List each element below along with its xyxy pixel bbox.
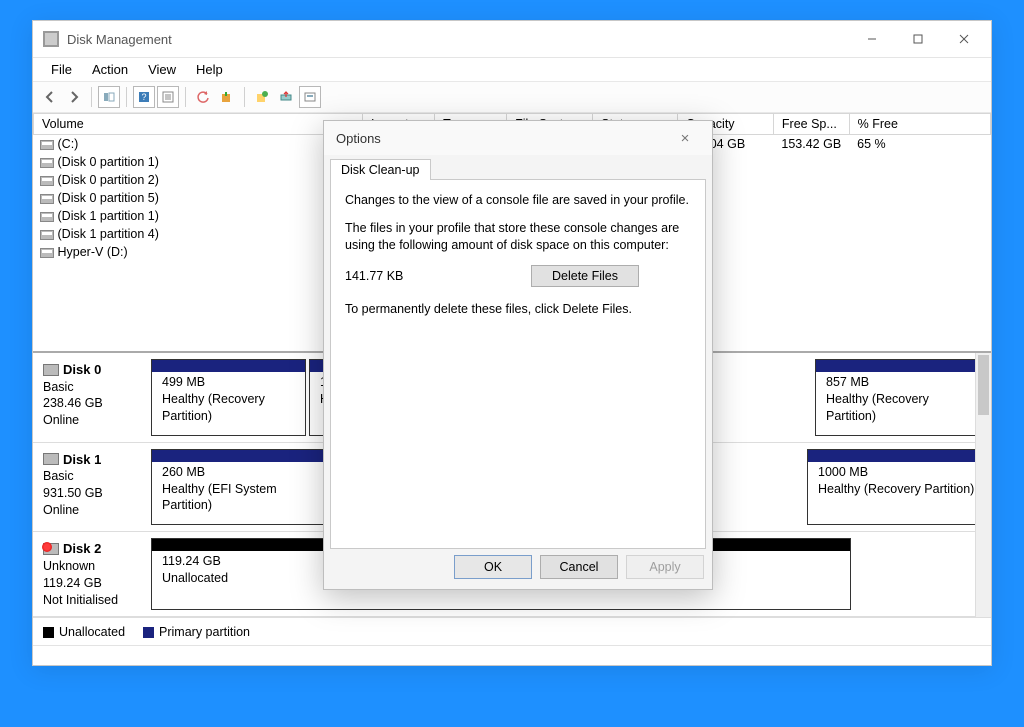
help-button[interactable]: ? bbox=[133, 86, 155, 108]
tab-body: Changes to the view of a console file ar… bbox=[330, 179, 706, 549]
cleanup-text-3: To permanently delete these files, click… bbox=[345, 301, 691, 319]
menu-action[interactable]: Action bbox=[82, 60, 138, 79]
drive-icon bbox=[40, 194, 54, 204]
scrollbar[interactable] bbox=[975, 353, 991, 617]
drive-icon bbox=[40, 248, 54, 258]
ok-button[interactable]: OK bbox=[454, 555, 532, 579]
disk-management-window: Disk Management File Action View Help ? … bbox=[32, 20, 992, 666]
menu-help[interactable]: Help bbox=[186, 60, 233, 79]
settings-button[interactable] bbox=[299, 86, 321, 108]
menubar: File Action View Help bbox=[33, 57, 991, 81]
tab-disk-cleanup[interactable]: Disk Clean-up bbox=[330, 159, 431, 180]
legend-label-unallocated: Unallocated bbox=[59, 625, 125, 639]
col-pct[interactable]: % Free bbox=[849, 114, 990, 135]
drive-icon bbox=[40, 158, 54, 168]
titlebar[interactable]: Disk Management bbox=[33, 21, 991, 57]
cleanup-text-2: The files in your profile that store the… bbox=[345, 220, 691, 255]
apply-button[interactable]: Apply bbox=[626, 555, 704, 579]
window-title: Disk Management bbox=[67, 32, 172, 47]
disk-icon bbox=[43, 453, 59, 465]
legend: Unallocated Primary partition bbox=[33, 617, 991, 645]
attach-vhd-button[interactable] bbox=[275, 86, 297, 108]
content-area: Volume Layout Type File System Status Ca… bbox=[33, 113, 991, 665]
maximize-button[interactable] bbox=[895, 24, 941, 54]
legend-swatch-unallocated bbox=[43, 627, 54, 638]
svg-text:?: ? bbox=[141, 92, 146, 102]
dialog-titlebar[interactable]: Options × bbox=[324, 121, 712, 155]
menu-file[interactable]: File bbox=[41, 60, 82, 79]
disk-icon bbox=[43, 543, 59, 555]
drive-icon bbox=[40, 212, 54, 222]
show-hide-tree-button[interactable] bbox=[98, 86, 120, 108]
cancel-button[interactable]: Cancel bbox=[540, 555, 618, 579]
disk-info[interactable]: Disk 2Unknown119.24 GBNot Initialised bbox=[37, 536, 147, 612]
delete-files-button[interactable]: Delete Files bbox=[531, 265, 639, 287]
partition[interactable]: 260 MBHealthy (EFI System Partition) bbox=[151, 449, 329, 526]
menu-view[interactable]: View bbox=[138, 60, 186, 79]
cleanup-text-1: Changes to the view of a console file ar… bbox=[345, 192, 691, 210]
properties-button[interactable] bbox=[157, 86, 179, 108]
back-button[interactable] bbox=[39, 86, 61, 108]
cleanup-size: 141.77 KB bbox=[345, 269, 495, 283]
partition[interactable]: 499 MBHealthy (Recovery Partition) bbox=[151, 359, 306, 436]
statusbar bbox=[33, 645, 991, 665]
forward-button[interactable] bbox=[63, 86, 85, 108]
refresh-button[interactable] bbox=[192, 86, 214, 108]
disk-info[interactable]: Disk 0Basic238.46 GBOnline bbox=[37, 357, 147, 438]
col-volume[interactable]: Volume bbox=[34, 114, 363, 135]
rescan-button[interactable] bbox=[216, 86, 238, 108]
drive-icon bbox=[40, 176, 54, 186]
dialog-title: Options bbox=[336, 131, 381, 146]
close-button[interactable] bbox=[941, 24, 987, 54]
disk-info[interactable]: Disk 1Basic931.50 GBOnline bbox=[37, 447, 147, 528]
legend-swatch-primary bbox=[143, 627, 154, 638]
drive-icon bbox=[40, 230, 54, 240]
dialog-close-button[interactable]: × bbox=[670, 130, 700, 147]
new-volume-button[interactable] bbox=[251, 86, 273, 108]
app-icon bbox=[43, 31, 59, 47]
col-free[interactable]: Free Sp... bbox=[773, 114, 849, 135]
legend-label-primary: Primary partition bbox=[159, 625, 250, 639]
drive-icon bbox=[40, 140, 54, 150]
minimize-button[interactable] bbox=[849, 24, 895, 54]
partition[interactable]: 1000 MBHealthy (Recovery Partition) bbox=[807, 449, 987, 526]
toolbar: ? bbox=[33, 81, 991, 113]
disk-icon bbox=[43, 364, 59, 376]
options-dialog: Options × Disk Clean-up Changes to the v… bbox=[323, 120, 713, 590]
partition[interactable]: 857 MBHealthy (Recovery Partition) bbox=[815, 359, 987, 436]
